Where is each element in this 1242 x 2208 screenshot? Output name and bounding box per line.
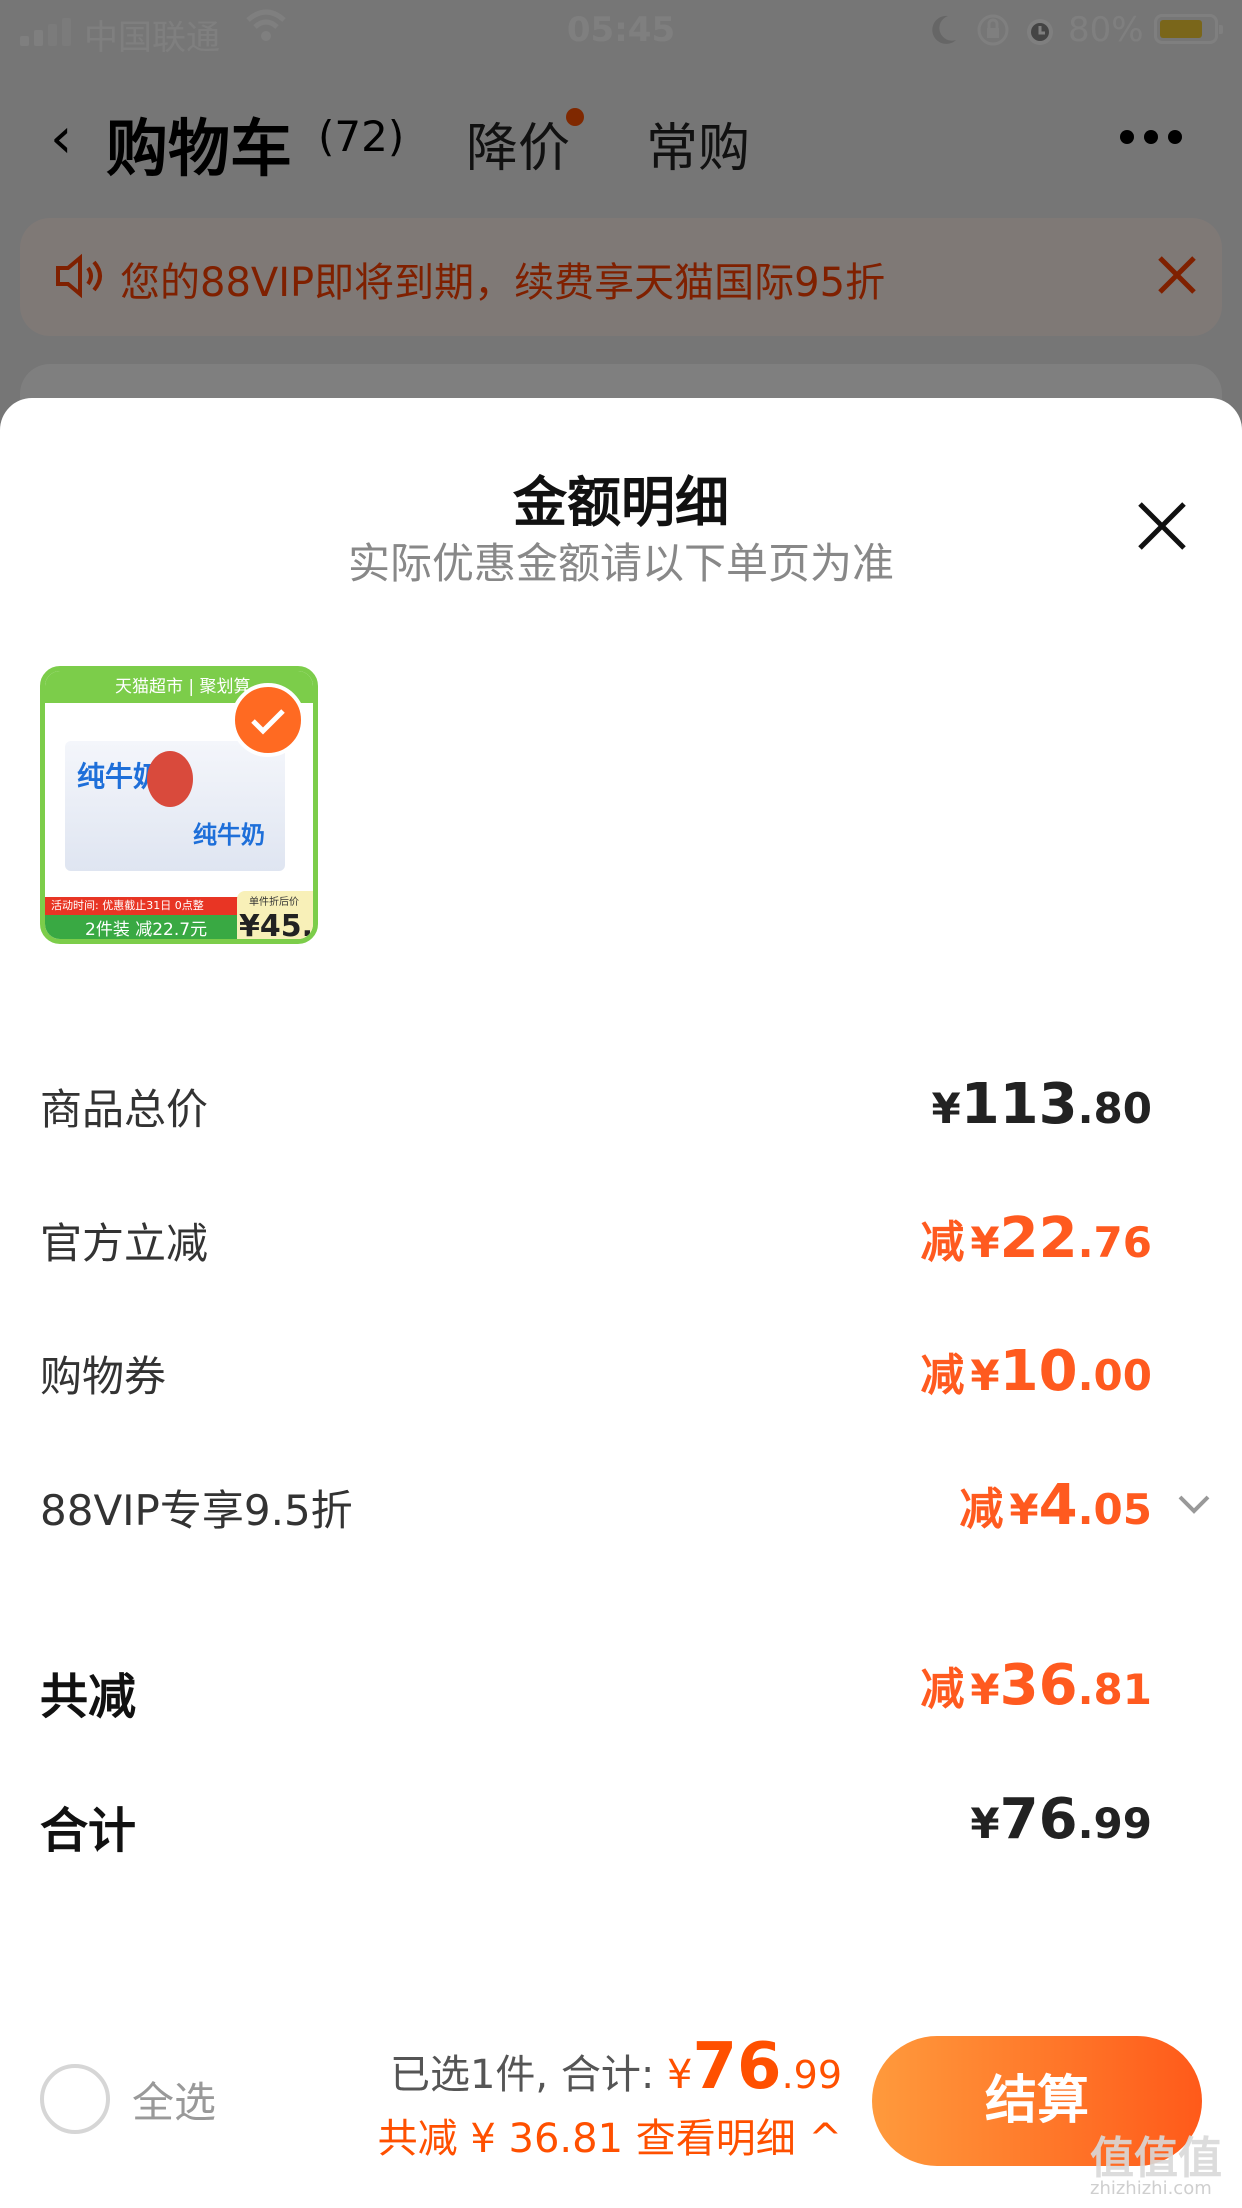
- amount-decimal: .99: [1077, 1799, 1152, 1848]
- currency-symbol: ¥: [1009, 1485, 1039, 1534]
- amount-value: 减 ¥10.00: [920, 1339, 1152, 1404]
- reduce-prefix: 减: [920, 1664, 965, 1715]
- amount-row: 购物券 减 ¥10.00: [40, 1335, 1220, 1405]
- bundle-strip: 2件装 减22.7元: [45, 915, 245, 939]
- selection-summary: 已选1件, 合计: ¥76.99 共减 ¥ 36.81 查看明细 ^: [378, 2030, 842, 2164]
- chevron-down-icon[interactable]: [1172, 1481, 1216, 1529]
- amount-row-label: 共减: [40, 1669, 137, 1725]
- amount-row-label: 商品总价: [40, 1085, 209, 1134]
- milk-box-image: 纯牛奶 纯牛奶: [65, 741, 285, 871]
- currency-symbol: ¥: [970, 1218, 1000, 1267]
- select-all-toggle[interactable]: 全选: [40, 2064, 216, 2134]
- amount-integer: 22: [999, 1206, 1078, 1271]
- currency-symbol: ¥: [970, 1351, 1000, 1400]
- total-currency: ¥: [667, 2052, 693, 2098]
- amount-value: 减 ¥36.81: [920, 1653, 1152, 1718]
- sheet-subtitle: 实际优惠金额请以下单页为准: [347, 539, 894, 588]
- checkout-bar: 全选 已选1件, 合计: ¥76.99 共减 ¥ 36.81 查看明细 ^ 结算: [0, 2014, 1242, 2208]
- amount-row-label: 官方立减: [40, 1219, 209, 1268]
- price-caption: 单件折后价: [249, 897, 299, 908]
- currency-symbol: ¥: [970, 1665, 1000, 1714]
- selected-check-icon[interactable]: [231, 683, 305, 757]
- amount-decimal: .80: [1077, 1084, 1152, 1133]
- watermark-url: zhizhizhi.com: [1090, 2178, 1212, 2199]
- amount-decimal: .76: [1077, 1218, 1152, 1267]
- brand-label-small: 纯牛奶: [193, 821, 265, 849]
- currency-symbol: ¥: [970, 1799, 1000, 1848]
- close-icon[interactable]: [1134, 498, 1190, 558]
- box-illustration: [147, 751, 193, 807]
- amount-integer: 36: [999, 1653, 1078, 1718]
- amount-decimal: .00: [1077, 1351, 1152, 1400]
- currency-symbol: ¥: [931, 1084, 961, 1133]
- amount-row: 商品总价 ¥113.80: [40, 1068, 1220, 1138]
- amount-value: 减 ¥4.05: [959, 1473, 1152, 1538]
- amount-row-label: 合计: [40, 1803, 137, 1859]
- amount-value: ¥76.99: [964, 1787, 1152, 1852]
- reduce-prefix: 减: [959, 1484, 1004, 1535]
- amount-integer: 4: [1038, 1473, 1078, 1538]
- amount-row-label: 购物券: [40, 1352, 167, 1401]
- activity-strip: 活动时间: 优惠截止31日 0点整: [45, 897, 245, 915]
- amount-row: 共减 减 ¥36.81: [40, 1649, 1220, 1725]
- amount-integer: 113: [960, 1072, 1078, 1137]
- amount-integer: 10: [999, 1339, 1078, 1404]
- product-thumbnail[interactable]: 天猫超市 | 聚划算 纯牛奶 纯牛奶 活动时间: 优惠截止31日 0点整 2件装…: [40, 666, 318, 944]
- amount-decimal: .05: [1077, 1485, 1152, 1534]
- total-decimal: .99: [781, 2053, 842, 2097]
- amount-detail-sheet: 金额明细 实际优惠金额请以下单页为准 天猫超市 | 聚划算 纯牛奶 纯牛奶 活动…: [0, 398, 1242, 2208]
- amount-integer: 76: [999, 1787, 1078, 1852]
- amount-value: ¥113.80: [925, 1072, 1152, 1137]
- price-value: ¥45.6: [239, 909, 314, 944]
- total-integer: 76: [692, 2030, 782, 2104]
- reduce-prefix: 减: [920, 1350, 965, 1401]
- amount-value: 减 ¥22.76: [920, 1206, 1152, 1271]
- amount-row: 官方立减 减 ¥22.76: [40, 1202, 1220, 1272]
- amount-row-label: 88VIP专享9.5折: [40, 1486, 353, 1535]
- view-details-link[interactable]: 共减 ¥ 36.81 查看明细 ^: [378, 2106, 842, 2164]
- unit-price-tag: 单件折后价 ¥45.6: [237, 891, 314, 944]
- sheet-title: 金额明细: [513, 471, 729, 534]
- amount-decimal: .81: [1077, 1665, 1152, 1714]
- amount-row[interactable]: 88VIP专享9.5折 减 ¥4.05: [40, 1469, 1220, 1539]
- reduce-prefix: 减: [920, 1217, 965, 1268]
- select-all-radio[interactable]: [40, 2064, 110, 2134]
- watermark-logo: 值值值: [1090, 2133, 1222, 2184]
- selected-count-text: 已选1件, 合计:: [389, 2052, 655, 2098]
- select-all-label: 全选: [132, 2077, 217, 2127]
- amount-row: 合计 ¥76.99: [40, 1783, 1220, 1859]
